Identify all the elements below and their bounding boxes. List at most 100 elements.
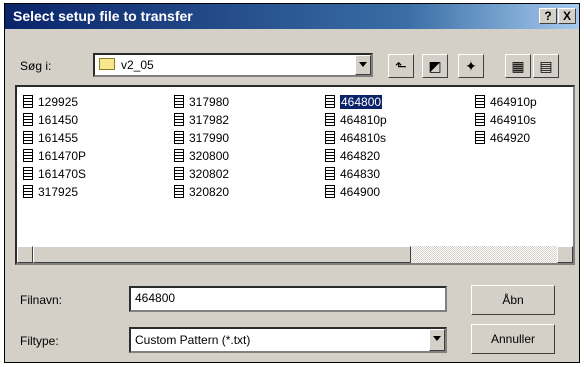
list-item[interactable]: 161455 bbox=[23, 129, 86, 147]
up-folder-button[interactable]: ⬑ bbox=[388, 54, 414, 78]
filetype-dropdown[interactable]: Custom Pattern (*.txt) bbox=[129, 327, 447, 353]
file-name: 320800 bbox=[189, 149, 230, 163]
file-name: 464920 bbox=[490, 131, 531, 145]
text-file-icon bbox=[174, 131, 184, 144]
file-name: 464830 bbox=[340, 167, 381, 181]
file-dialog: Select setup file to transfer ? X Søg i:… bbox=[4, 3, 580, 363]
chevron-down-icon[interactable] bbox=[355, 55, 371, 75]
horizontal-scrollbar[interactable] bbox=[17, 246, 573, 263]
file-name: 317980 bbox=[189, 95, 230, 109]
look-in-dropdown[interactable]: v2_05 bbox=[93, 53, 373, 77]
file-name: 464800 bbox=[340, 95, 383, 109]
list-item[interactable]: 317925 bbox=[23, 183, 86, 201]
list-item[interactable]: 161470S bbox=[23, 165, 86, 183]
text-file-icon bbox=[325, 167, 335, 180]
dialog-title: Select setup file to transfer bbox=[13, 8, 193, 24]
file-column: 464800 464810p 464810s 464820 464830 464900 bbox=[325, 93, 387, 201]
text-file-icon bbox=[174, 185, 184, 198]
file-column: 464910p 464910s 464920 bbox=[475, 93, 537, 147]
help-button[interactable]: ? bbox=[539, 8, 557, 24]
filename-input[interactable]: 464800 bbox=[129, 286, 447, 312]
list-item[interactable]: 129925 bbox=[23, 93, 86, 111]
list-view-button[interactable]: ▦ bbox=[505, 54, 531, 78]
text-file-icon bbox=[23, 113, 33, 126]
filetype-label: Filtype: bbox=[20, 334, 59, 348]
details-view-icon: ▤ bbox=[539, 58, 553, 74]
text-file-icon bbox=[325, 185, 335, 198]
file-name: 317925 bbox=[38, 185, 79, 199]
text-file-icon bbox=[475, 131, 485, 144]
up-folder-icon: ⬑ bbox=[395, 58, 407, 74]
scroll-thumb[interactable] bbox=[33, 246, 411, 263]
list-item[interactable]: 317982 bbox=[174, 111, 229, 129]
chevron-down-icon[interactable] bbox=[429, 329, 445, 351]
file-name: 464910s bbox=[490, 113, 537, 127]
text-file-icon bbox=[475, 95, 485, 108]
text-file-icon bbox=[325, 95, 335, 108]
text-file-icon bbox=[174, 149, 184, 162]
list-item[interactable]: 320820 bbox=[174, 183, 229, 201]
text-file-icon bbox=[23, 131, 33, 144]
file-list[interactable]: 129925 161450 161455 161470P 161470S 317925 31… bbox=[15, 85, 575, 265]
file-name: 464820 bbox=[340, 149, 381, 163]
text-file-icon bbox=[325, 113, 335, 126]
list-item[interactable]: 464820 bbox=[325, 147, 387, 165]
file-name: 320802 bbox=[189, 167, 230, 181]
filetype-value: Custom Pattern (*.txt) bbox=[135, 333, 251, 347]
file-name: 129925 bbox=[38, 95, 79, 109]
file-name: 464810s bbox=[340, 131, 387, 145]
file-name: 464900 bbox=[340, 185, 381, 199]
new-folder-icon: ✦ bbox=[465, 58, 477, 74]
list-item[interactable]: 464910s bbox=[475, 111, 537, 129]
list-item[interactable]: 320800 bbox=[174, 147, 229, 165]
list-item[interactable]: 464900 bbox=[325, 183, 387, 201]
file-name: 161450 bbox=[38, 113, 79, 127]
list-item[interactable]: 161450 bbox=[23, 111, 86, 129]
file-name: 161470S bbox=[38, 167, 87, 181]
text-file-icon bbox=[23, 185, 33, 198]
text-file-icon bbox=[475, 113, 485, 126]
text-file-icon bbox=[23, 95, 33, 108]
text-file-icon bbox=[23, 167, 33, 180]
text-file-icon bbox=[174, 167, 184, 180]
text-file-icon bbox=[174, 113, 184, 126]
list-item[interactable]: 464810s bbox=[325, 129, 387, 147]
list-item[interactable]: 464920 bbox=[475, 129, 537, 147]
list-item[interactable]: 464910p bbox=[475, 93, 537, 111]
text-file-icon bbox=[174, 95, 184, 108]
title-bar[interactable]: Select setup file to transfer ? X bbox=[5, 4, 579, 29]
list-item[interactable]: 464830 bbox=[325, 165, 387, 183]
scroll-left-button[interactable] bbox=[17, 246, 33, 263]
text-file-icon bbox=[325, 149, 335, 162]
new-folder-button[interactable]: ✦ bbox=[458, 54, 484, 78]
list-item[interactable]: 317980 bbox=[174, 93, 229, 111]
file-column: 129925 161450 161455 161470P 161470S 317925 bbox=[23, 93, 86, 201]
cancel-button[interactable]: Annuller bbox=[471, 324, 555, 354]
file-name: 464810p bbox=[340, 113, 387, 127]
file-name: 464910p bbox=[490, 95, 537, 109]
desktop-icon: ◩ bbox=[428, 58, 442, 74]
list-item[interactable]: 161470P bbox=[23, 147, 86, 165]
scroll-right-button[interactable] bbox=[557, 246, 573, 263]
details-view-button[interactable]: ▤ bbox=[533, 54, 559, 78]
open-button[interactable]: Åbn bbox=[471, 285, 555, 315]
list-view-icon: ▦ bbox=[511, 58, 525, 74]
look-in-value: v2_05 bbox=[121, 58, 154, 72]
list-item[interactable]: 464810p bbox=[325, 111, 387, 129]
file-name: 161455 bbox=[38, 131, 79, 145]
text-file-icon bbox=[325, 131, 335, 144]
desktop-button[interactable]: ◩ bbox=[422, 54, 448, 78]
list-item[interactable]: 464800 bbox=[325, 93, 387, 111]
close-button[interactable]: X bbox=[558, 8, 576, 24]
filename-label: Filnavn: bbox=[20, 293, 63, 307]
text-file-icon bbox=[23, 149, 33, 162]
file-name: 161470P bbox=[38, 149, 87, 163]
list-item[interactable]: 320802 bbox=[174, 165, 229, 183]
file-name: 320820 bbox=[189, 185, 230, 199]
file-column: 317980 317982 317990 320800 320802 320820 bbox=[174, 93, 229, 201]
list-item[interactable]: 317990 bbox=[174, 129, 229, 147]
folder-icon bbox=[99, 58, 115, 70]
look-in-label: Søg i: bbox=[20, 59, 52, 73]
file-name: 317990 bbox=[189, 131, 230, 145]
file-name: 317982 bbox=[189, 113, 230, 127]
